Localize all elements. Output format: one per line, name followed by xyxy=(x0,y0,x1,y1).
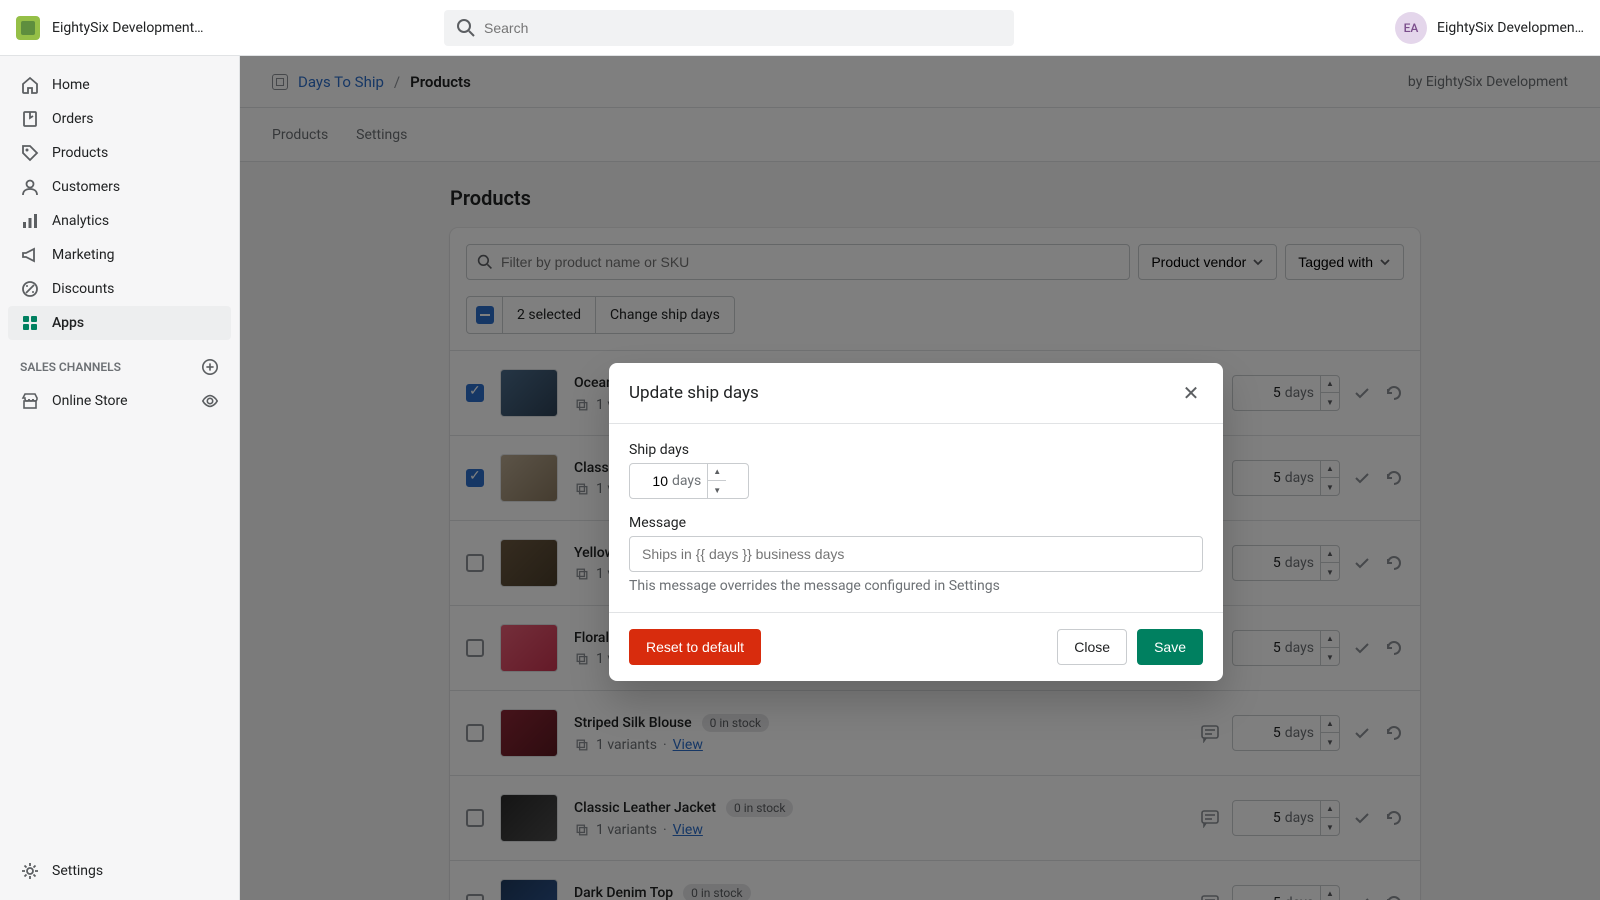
ship-days-label: Ship days xyxy=(629,442,1203,458)
nav-label: Settings xyxy=(52,863,103,879)
message-help: This message overrides the message confi… xyxy=(629,578,1203,594)
message-label: Message xyxy=(629,515,1203,531)
apps-icon xyxy=(20,313,40,333)
nav-label: Home xyxy=(52,77,90,93)
account-name[interactable]: EightySix Developmen… xyxy=(1437,20,1584,36)
nav-label: Analytics xyxy=(52,213,109,229)
megaphone-icon xyxy=(20,245,40,265)
home-icon xyxy=(20,75,40,95)
avatar[interactable]: EA xyxy=(1395,12,1427,44)
nav-settings[interactable]: Settings xyxy=(8,854,231,888)
search-icon xyxy=(456,18,476,38)
nav-home[interactable]: Home xyxy=(8,68,231,102)
ship-days-input[interactable]: days ▲ ▼ xyxy=(629,463,749,499)
nav-marketing[interactable]: Marketing xyxy=(8,238,231,272)
nav-customers[interactable]: Customers xyxy=(8,170,231,204)
nav-discounts[interactable]: Discounts xyxy=(8,272,231,306)
topbar: EightySix Development… EA EightySix Deve… xyxy=(0,0,1600,56)
section-label: Sales channels xyxy=(20,360,121,374)
add-channel-icon[interactable] xyxy=(201,358,219,376)
tag-icon xyxy=(20,143,40,163)
nav-products[interactable]: Products xyxy=(8,136,231,170)
stepper-up-icon[interactable]: ▲ xyxy=(708,463,726,481)
close-icon[interactable]: ✕ xyxy=(1179,381,1203,405)
store-name[interactable]: EightySix Development… xyxy=(52,20,212,36)
nav-apps[interactable]: Apps xyxy=(8,306,231,340)
search-box[interactable] xyxy=(444,10,1014,46)
ship-days-unit: days xyxy=(672,473,707,489)
nav-orders[interactable]: Orders xyxy=(8,102,231,136)
view-store-icon[interactable] xyxy=(201,392,219,410)
nav-label: Marketing xyxy=(52,247,115,263)
nav-analytics[interactable]: Analytics xyxy=(8,204,231,238)
save-button[interactable]: Save xyxy=(1137,629,1203,665)
search-input[interactable] xyxy=(484,20,1002,36)
update-ship-days-modal: Update ship days ✕ Ship days days ▲ ▼ Me… xyxy=(609,363,1223,681)
reset-button[interactable]: Reset to default xyxy=(629,629,761,665)
ship-days-field[interactable] xyxy=(630,473,672,489)
orders-icon xyxy=(20,109,40,129)
modal-title: Update ship days xyxy=(629,383,759,403)
nav-label: Customers xyxy=(52,179,120,195)
discount-icon xyxy=(20,279,40,299)
close-button[interactable]: Close xyxy=(1057,629,1127,665)
nav-label: Online Store xyxy=(52,393,128,409)
nav-label: Discounts xyxy=(52,281,114,297)
person-icon xyxy=(20,177,40,197)
stepper-down-icon[interactable]: ▼ xyxy=(708,481,726,499)
shopify-logo-icon xyxy=(16,16,40,40)
store-icon xyxy=(20,391,40,411)
nav-label: Apps xyxy=(52,315,84,331)
nav-label: Orders xyxy=(52,111,94,127)
chart-icon xyxy=(20,211,40,231)
gear-icon xyxy=(20,861,40,881)
sales-channels-header: Sales channels xyxy=(8,340,231,384)
nav-label: Products xyxy=(52,145,108,161)
nav-online-store[interactable]: Online Store xyxy=(8,384,231,418)
message-input[interactable] xyxy=(629,536,1203,572)
sidebar: Home Orders Products Customers Analytics… xyxy=(0,56,240,900)
